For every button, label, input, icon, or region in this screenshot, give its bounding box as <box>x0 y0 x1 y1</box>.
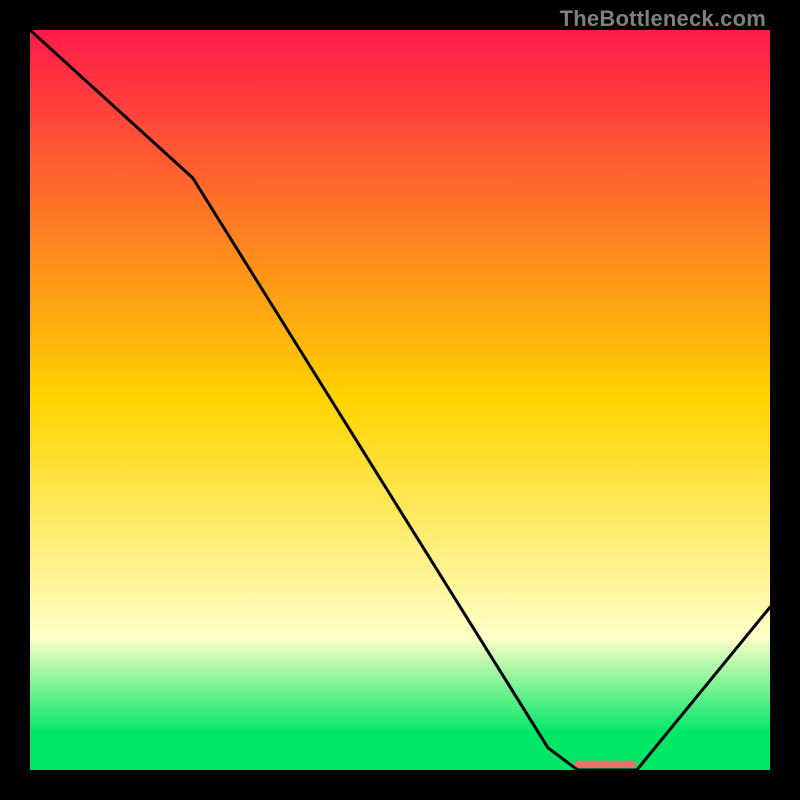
gradient-background <box>30 30 770 770</box>
plot-area <box>30 30 770 770</box>
chart-container: TheBottleneck.com <box>0 0 800 800</box>
watermark-text: TheBottleneck.com <box>560 6 766 32</box>
baseline-strip <box>30 762 770 770</box>
chart-svg <box>30 30 770 770</box>
